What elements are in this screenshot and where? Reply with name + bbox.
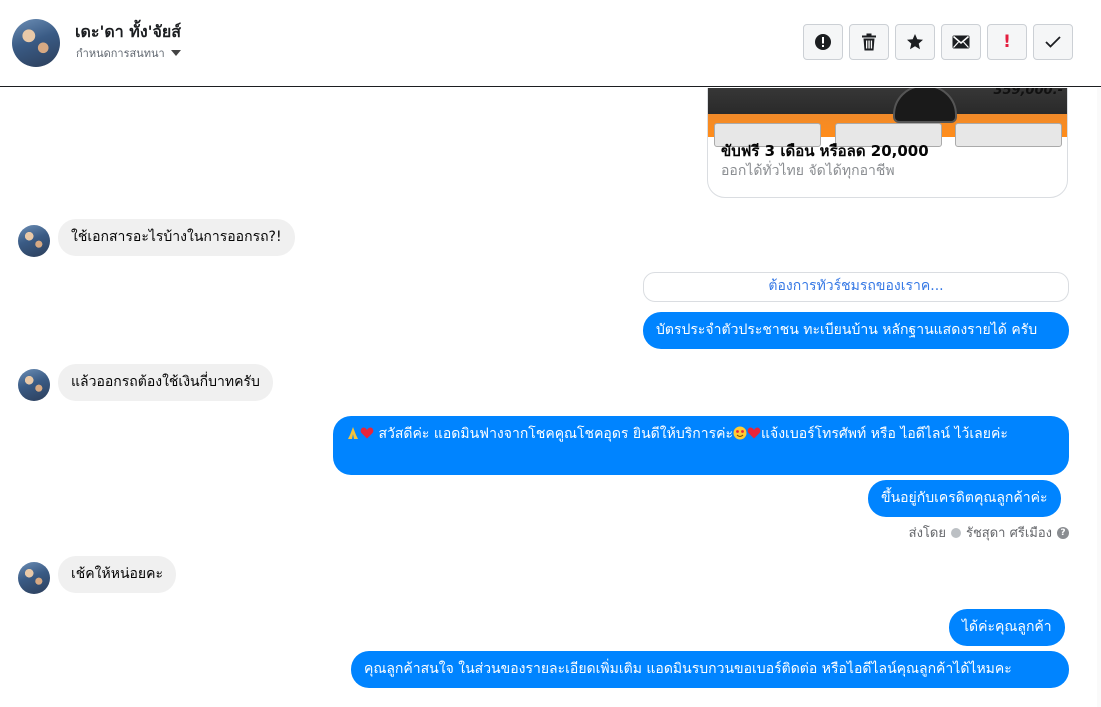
contact-avatar-small	[18, 562, 50, 594]
caret-down-icon	[170, 50, 181, 56]
incoming-message: เช้คให้หน่อยคะ	[58, 556, 177, 593]
outgoing-message: สวัสดีค่ะ แอดมินฟางจากโชคคูณโชคอุดร ยินด…	[333, 416, 1069, 475]
conversation-header: เดะ'ดา ทั้ง'จัยส์ กำหนดการสนทนา !	[0, 0, 1101, 87]
outgoing-message: ได้ค่ะคุณลูกค้า	[949, 609, 1065, 646]
envelope-icon	[952, 35, 970, 49]
contact-avatar-small	[18, 369, 50, 401]
promo-card[interactable]: 359,000.- ขับฟรี 3 เดือน หรือลด 20,000 อ…	[707, 88, 1068, 198]
contact-avatar-small	[18, 225, 50, 257]
outgoing-message: ขึ้นอยู่กับเครดิตคุณลูกค้าค่ะ	[868, 480, 1061, 517]
star-icon	[907, 34, 923, 50]
quick-reply-button[interactable]: ต้องการทัวร์ชมรถของเราค...	[643, 272, 1069, 302]
sender-name[interactable]: รัชสุดา ศรีเมือง	[966, 522, 1052, 543]
star-button[interactable]	[895, 24, 935, 60]
mark-unread-button[interactable]	[941, 24, 981, 60]
contact-avatar[interactable]	[12, 19, 60, 67]
report-button[interactable]	[803, 24, 843, 60]
message-thread[interactable]: 359,000.- ขับฟรี 3 เดือน หรือลด 20,000 อ…	[0, 88, 1101, 707]
sent-by-label: ส่งโดย	[908, 526, 946, 541]
conversation-settings-label: กำหนดการสนทนา	[76, 47, 165, 60]
sender-avatar-icon	[950, 527, 961, 538]
thread-scrollbar[interactable]	[1097, 88, 1101, 707]
check-icon	[1045, 36, 1061, 48]
spam-button[interactable]: !	[987, 24, 1027, 60]
heart-icon	[747, 427, 761, 439]
heart-icon	[360, 427, 374, 439]
promo-subtitle: ออกได้ทั่วไทย จัดได้ทุกอาชีพ	[721, 163, 895, 179]
car-image	[893, 88, 957, 123]
delete-button[interactable]	[849, 24, 889, 60]
contact-name[interactable]: เดะ'ดา ทั้ง'จัยส์	[75, 20, 181, 45]
praying-hands-icon	[348, 427, 358, 439]
outgoing-message: คุณลูกค้าสนใจ ในส่วนของรายละเอียดเพิ่มเต…	[351, 651, 1069, 688]
car-thumbnail	[955, 123, 1062, 147]
alert-circle-icon	[815, 34, 831, 50]
incoming-message: แล้วออกรถต้องใช้เงินกี่บาทครับ	[58, 364, 273, 401]
message-text: สวัสดีค่ะ แอดมินฟางจากโชคคูณโชคอุดร ยินด…	[374, 426, 733, 442]
incoming-message: ใช้เอกสารอะไรบ้างในการออกรถ?!	[58, 219, 295, 256]
smiling-face-hearts-icon	[733, 426, 747, 440]
message-text: แจ้งเบอร์โทรศัพท์ หรือ ไอดีไลน์ ไว้เลยค่…	[760, 426, 1008, 442]
sent-by-info: ส่งโดย รัชสุดา ศรีเมือง ?	[909, 522, 1069, 543]
help-icon[interactable]: ?	[1057, 526, 1069, 539]
action-toolbar: !	[803, 24, 1073, 60]
conversation-settings-dropdown[interactable]: กำหนดการสนทนา	[76, 44, 181, 62]
exclamation-icon: !	[1003, 32, 1011, 52]
outgoing-message: บัตรประจำตัวประชาชน ทะเบียนบ้าน หลักฐานแ…	[643, 312, 1069, 349]
mark-done-button[interactable]	[1033, 24, 1073, 60]
promo-price: 359,000.-	[993, 88, 1063, 98]
trash-icon	[862, 33, 876, 51]
